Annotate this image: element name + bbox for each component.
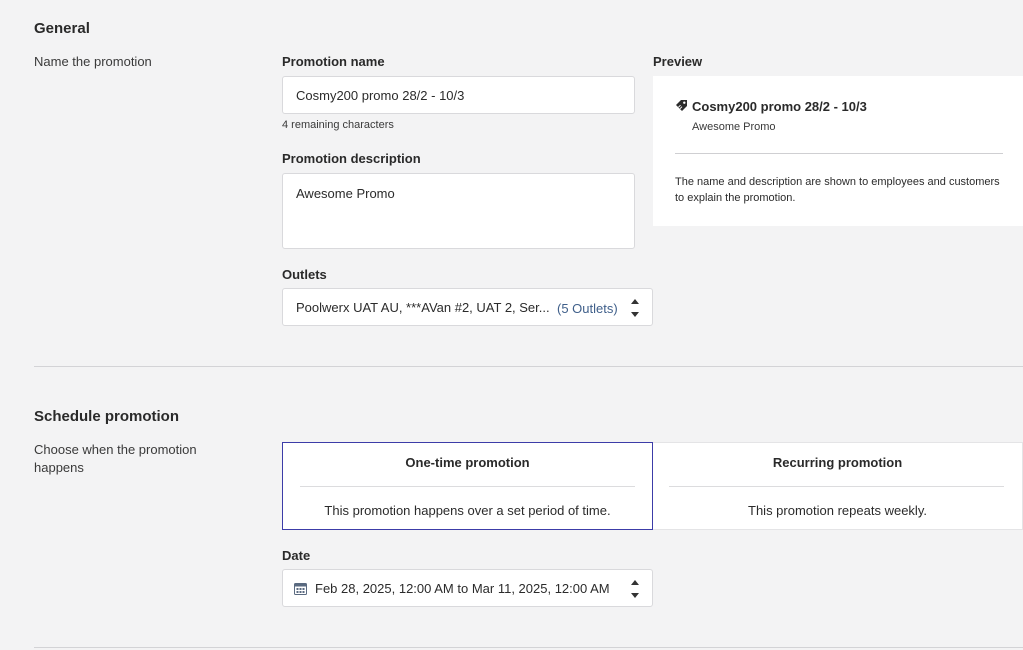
outlets-select[interactable]: Poolwerx UAT AU, ***AVan #2, UAT 2, Ser.…	[282, 288, 653, 326]
promotion-description-value: Awesome Promo	[296, 186, 395, 201]
date-range-value: Feb 28, 2025, 12:00 AM to Mar 11, 2025, …	[315, 581, 610, 596]
preview-promotion-name: Cosmy200 promo 28/2 - 10/3	[692, 99, 867, 114]
section-divider-bottom	[34, 647, 1023, 648]
outlets-value: Poolwerx UAT AU, ***AVan #2, UAT 2, Ser.…	[296, 300, 550, 315]
one-time-promotion-desc: This promotion happens over a set period…	[324, 503, 611, 518]
date-range-input[interactable]: Feb 28, 2025, 12:00 AM to Mar 11, 2025, …	[282, 569, 653, 607]
promotion-description-label: Promotion description	[282, 151, 421, 166]
one-time-promotion-title: One-time promotion	[405, 455, 530, 470]
promotion-name-input[interactable]: Cosmy200 promo 28/2 - 10/3	[282, 76, 635, 114]
option-divider	[669, 486, 1004, 487]
promotion-description-textarea[interactable]: Awesome Promo	[282, 173, 635, 249]
preview-note: The name and description are shown to em…	[675, 176, 1000, 204]
preview-promotion-subtitle: Awesome Promo	[692, 121, 776, 133]
date-stepper-icon	[630, 578, 640, 600]
general-section-description: Name the promotion	[34, 54, 152, 69]
general-section-title: General	[34, 20, 90, 37]
outlets-count: (5 Outlets)	[557, 301, 618, 316]
outlets-label: Outlets	[282, 267, 327, 282]
recurring-promotion-desc: This promotion repeats weekly.	[748, 503, 927, 518]
calendar-icon	[294, 582, 307, 598]
preview-panel: Cosmy200 promo 28/2 - 10/3 Awesome Promo…	[653, 76, 1023, 226]
preview-label: Preview	[653, 54, 703, 69]
schedule-section-title: Schedule promotion	[34, 408, 180, 425]
preview-divider	[675, 153, 1003, 154]
date-label: Date	[282, 548, 311, 563]
one-time-promotion-option[interactable]: One-time promotion This promotion happen…	[282, 442, 653, 530]
outlets-stepper-icon	[630, 297, 640, 319]
schedule-section-description: Choose when the promotion happens	[34, 442, 197, 475]
recurring-promotion-option[interactable]: Recurring promotion This promotion repea…	[653, 442, 1023, 530]
promotion-name-hint: 4 remaining characters	[282, 119, 394, 131]
promotion-name-label: Promotion name	[282, 54, 385, 69]
section-divider	[34, 366, 1023, 367]
promotion-name-value: Cosmy200 promo 28/2 - 10/3	[296, 88, 465, 103]
tag-icon	[675, 99, 688, 117]
recurring-promotion-title: Recurring promotion	[772, 455, 903, 470]
option-divider	[300, 486, 635, 487]
